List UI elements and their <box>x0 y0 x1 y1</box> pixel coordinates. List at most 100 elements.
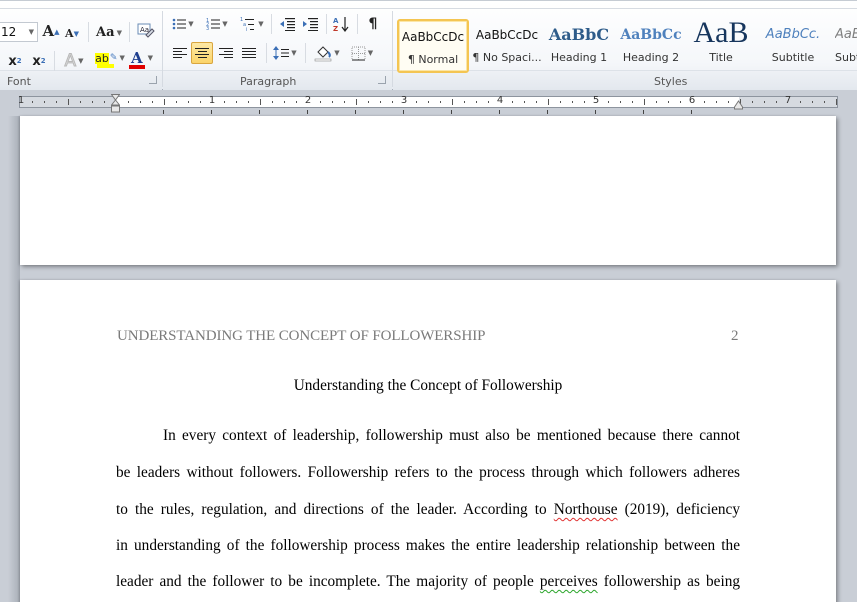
ruler-tick <box>656 101 657 103</box>
style-subtle-emphasis[interactable]: AaBbCc Subtle Em... <box>829 19 857 73</box>
subscript-button[interactable]: x2 <box>6 50 24 72</box>
align-right-button[interactable] <box>215 42 237 64</box>
ruler-tick <box>536 101 537 103</box>
right-indent-marker[interactable] <box>734 100 743 110</box>
ruler-tick <box>80 101 81 103</box>
change-case-button[interactable]: Aa ▼ <box>95 21 123 43</box>
increase-indent-button[interactable] <box>300 13 320 35</box>
body-text-line[interactable]: to the rules, regulation, and directions… <box>116 501 740 519</box>
grow-font-button[interactable]: A ▲ <box>42 20 60 42</box>
text-effects-icon: A <box>64 51 77 72</box>
line-spacing-button[interactable]: ▼ <box>271 42 299 64</box>
style-sample: AaBbCcDc <box>401 30 465 44</box>
chevron-down-icon: ▼ <box>78 57 84 65</box>
ruler-default-tab-mark <box>259 110 260 114</box>
ruler-tick <box>632 101 633 103</box>
body-text-line[interactable]: be leaders without followers. Followersh… <box>116 464 740 482</box>
chevron-down-icon: ▼ <box>147 54 154 62</box>
style-name: Subtle Em... <box>835 51 857 64</box>
style-sample: AaBbCc. <box>765 27 821 42</box>
ruler-tick <box>224 101 225 103</box>
align-center-button[interactable] <box>191 42 213 64</box>
style-heading-2[interactable]: AaBbCc Heading 2 <box>615 19 687 73</box>
page-1[interactable] <box>20 116 836 265</box>
svg-text:i: i <box>246 27 247 32</box>
ruler-tick <box>548 99 549 105</box>
ruler-tick <box>776 101 777 103</box>
ruler-tick <box>152 101 153 103</box>
svg-text:A: A <box>333 17 339 25</box>
left-indent-marker[interactable] <box>111 94 120 114</box>
ruler-tick <box>668 101 669 103</box>
multilevel-list-button[interactable]: 1 a i ▼ <box>238 13 266 35</box>
align-left-button[interactable] <box>169 42 191 64</box>
ruler-tick <box>356 99 357 105</box>
ruler-tick <box>608 101 609 103</box>
style-sample: AaBbCc <box>620 27 682 43</box>
ruler-number: 7 <box>784 95 792 106</box>
page-2[interactable]: UNDERSTANDING THE CONCEPT OF FOLLOWERSHI… <box>20 280 836 602</box>
clear-formatting-icon: Aa <box>137 23 155 38</box>
ruler-default-tab-mark <box>451 110 452 114</box>
font-group-label: Font <box>7 75 31 88</box>
running-head[interactable]: UNDERSTANDING THE CONCEPT OF FOLLOWERSHI… <box>117 328 485 345</box>
font-color-button[interactable]: A ▼ <box>127 49 157 71</box>
font-size-value: 12 <box>1 25 17 39</box>
decrease-indent-button[interactable] <box>277 13 297 35</box>
style-subtitle[interactable]: AaBbCc. Subtitle <box>757 19 829 73</box>
justify-icon <box>242 46 256 60</box>
font-dialog-launcher[interactable] <box>149 76 157 84</box>
body-text-line[interactable]: leader and the follower to be incomplete… <box>116 573 740 591</box>
style-normal[interactable]: AaBbCcDc ¶ Normal <box>397 19 469 73</box>
line-spacing-icon <box>273 46 290 60</box>
style-name: ¶ No Spaci... <box>472 51 542 64</box>
justify-button[interactable] <box>238 42 260 64</box>
bullets-button[interactable]: ▼ <box>170 13 196 35</box>
body-text-line[interactable]: in understanding of the followership pro… <box>116 537 740 555</box>
text-effects-button[interactable]: A ▼ <box>60 50 88 72</box>
ruler-tick <box>800 101 801 103</box>
shading-button[interactable]: ▼ <box>311 42 343 64</box>
show-formatting-marks-button[interactable]: ¶ <box>363 13 383 35</box>
paragraph-dialog-launcher[interactable] <box>378 76 386 84</box>
style-name: Subtitle <box>771 51 815 64</box>
clear-formatting-button[interactable]: Aa <box>135 21 157 43</box>
ruler-tick <box>188 101 189 103</box>
chevron-down-icon: ▼ <box>367 49 374 57</box>
superscript-button[interactable]: x2 <box>30 50 48 72</box>
style-sample: AaBbCc <box>835 27 857 42</box>
ruler-tick <box>68 99 69 105</box>
ruler-number: 5 <box>592 95 600 106</box>
ruler-tick <box>824 101 825 103</box>
styles-group-label: Styles <box>654 75 688 88</box>
sort-button[interactable]: AZ <box>330 13 352 35</box>
body-text-line[interactable]: In every context of leadership, follower… <box>163 427 740 445</box>
ruler-default-tab-mark <box>691 110 692 114</box>
ruler-tick <box>560 101 561 103</box>
numbering-button[interactable]: 1 2 3 ▼ <box>204 13 230 35</box>
ruler-number: 1 <box>17 95 25 106</box>
spelling-error-word[interactable]: Northouse <box>554 501 618 518</box>
ruler-tick <box>368 101 369 103</box>
highlight-icon: ab <box>95 51 109 65</box>
ruler-tick <box>728 101 729 103</box>
highlight-button[interactable]: ab ✎ ▼ <box>93 49 127 71</box>
document-title[interactable]: Understanding the Concept of Followershi… <box>20 377 836 395</box>
subscript-icon: x <box>8 53 17 69</box>
svg-text:Z: Z <box>333 25 338 32</box>
borders-button[interactable]: ▼ <box>347 42 377 64</box>
ruler-tick <box>44 101 45 103</box>
shrink-font-button[interactable]: A ▼ <box>64 22 80 44</box>
ruler-tick <box>416 101 417 103</box>
font-size-combobox[interactable]: 12 ▼ <box>0 22 38 42</box>
shrink-font-icon: A <box>65 26 74 40</box>
style-title[interactable]: AaB Title <box>685 19 757 73</box>
style-no-spacing[interactable]: AaBbCcDc ¶ No Spaci... <box>471 19 543 73</box>
ruler-number: 3 <box>400 95 408 106</box>
style-heading-1[interactable]: AaBbC Heading 1 <box>543 19 615 73</box>
grammar-error-word[interactable]: perceives <box>540 573 598 590</box>
sort-icon: AZ <box>333 17 349 32</box>
horizontal-ruler[interactable]: 1 1 2 3 4 5 6 7 <box>17 95 838 108</box>
ruler-tick <box>764 101 765 103</box>
numbering-icon: 123 <box>206 18 221 31</box>
